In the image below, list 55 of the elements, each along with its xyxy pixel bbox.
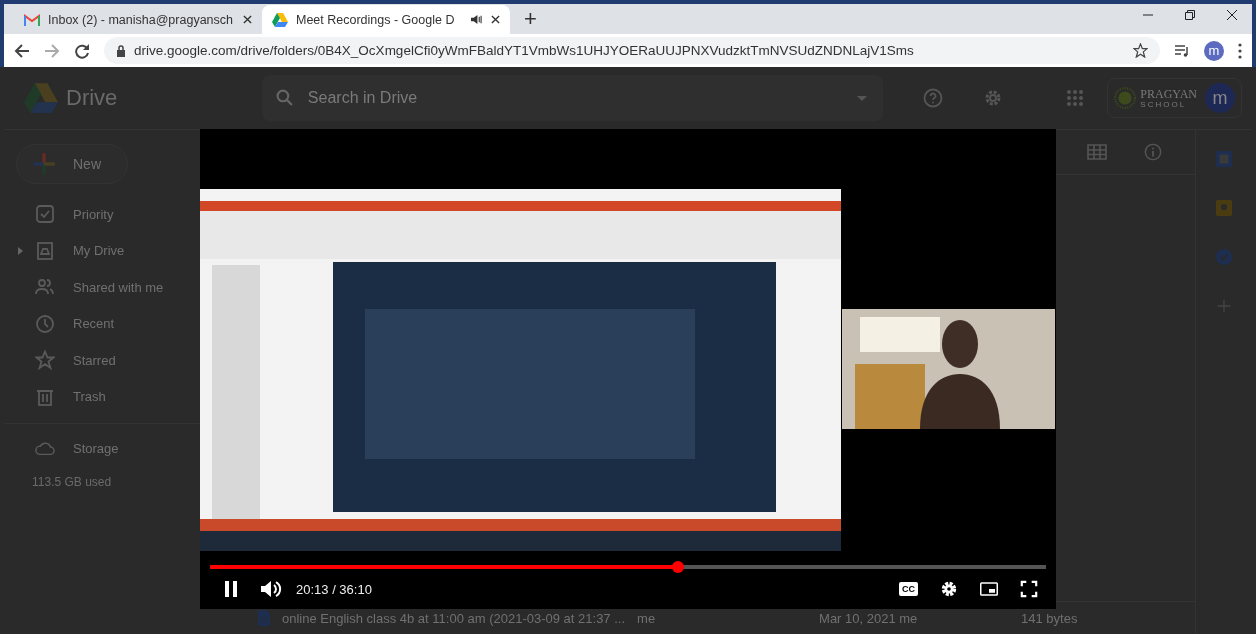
close-icon[interactable] bbox=[1226, 8, 1238, 21]
reload-icon[interactable] bbox=[74, 42, 90, 59]
school-name: PRAGYAN bbox=[1140, 87, 1197, 100]
file-name[interactable]: online English class 4b at 11:00 am (2021-03-09 at 21:37 ... bbox=[282, 610, 626, 626]
close-icon[interactable] bbox=[243, 15, 252, 24]
drive-logo-icon bbox=[24, 83, 58, 113]
file-modified: Mar 10, 2021 me bbox=[819, 610, 919, 626]
profile-avatar[interactable]: m bbox=[1204, 40, 1224, 61]
plus-icon bbox=[31, 151, 57, 177]
file-size: 141 bytes bbox=[1021, 610, 1078, 626]
nav-item[interactable]: My Drive bbox=[4, 232, 137, 269]
pause-icon[interactable] bbox=[222, 580, 240, 598]
star-icon bbox=[35, 350, 55, 371]
storage-item[interactable]: Storage bbox=[4, 430, 131, 467]
storage-used-text: 113.5 GB used bbox=[31, 474, 113, 489]
drive-folder-icon bbox=[35, 240, 55, 261]
settings-icon[interactable] bbox=[940, 580, 958, 598]
profile-avatar[interactable]: m bbox=[1205, 83, 1235, 113]
browser-tab[interactable]: Inbox (2) - manisha@pragyansch bbox=[14, 5, 262, 34]
lock-icon bbox=[116, 44, 126, 57]
fullscreen-icon[interactable] bbox=[1020, 580, 1038, 598]
check-circle-icon[interactable] bbox=[1215, 248, 1233, 266]
nav-item[interactable]: Recent bbox=[4, 305, 127, 342]
browser-tab[interactable]: Meet Recordings - Google D bbox=[262, 5, 510, 34]
tab-title: Inbox (2) - manisha@pragyansch bbox=[48, 12, 234, 27]
close-icon[interactable] bbox=[491, 15, 500, 24]
url-text: drive.google.com/drive/folders/0B4X_OcXmgelCfi0yWmFBaldYT1VmbWs1UHJYOERaUUJPNXVudzktTmNVSUdZNDNLajV1Sms bbox=[134, 43, 915, 58]
media-queue-icon[interactable] bbox=[1174, 42, 1190, 59]
nav-item[interactable]: Shared with me bbox=[4, 269, 176, 306]
new-button[interactable]: New bbox=[16, 144, 128, 184]
account-chip[interactable]: PRAGYAN SCHOOL m bbox=[1107, 78, 1242, 118]
mail-icon bbox=[24, 12, 40, 27]
school-subtitle: SCHOOL bbox=[1140, 100, 1188, 109]
nav-item[interactable]: Priority bbox=[4, 196, 126, 233]
miniplayer-icon[interactable] bbox=[980, 580, 998, 598]
back-arrow-icon[interactable] bbox=[14, 42, 30, 59]
new-tab-button[interactable]: + bbox=[524, 7, 537, 31]
document-icon bbox=[258, 610, 270, 626]
time-display: 20:13 / 36:10 bbox=[296, 581, 372, 597]
address-bar[interactable]: drive.google.com/drive/folders/0B4X_OcXmgelCfi0yWmFBaldYT1VmbWs1UHJYOERaUUJPNXVudzktTmNVSUdZNDNLajV1Sms bbox=[104, 37, 1160, 64]
drive-logo-icon bbox=[272, 12, 288, 27]
sun-logo-icon bbox=[1114, 87, 1137, 109]
priority-icon bbox=[35, 204, 55, 225]
app-name: Drive bbox=[66, 85, 118, 111]
nav-item[interactable]: Starred bbox=[4, 342, 128, 379]
nav-item[interactable]: Trash bbox=[4, 378, 118, 415]
restore-icon[interactable] bbox=[1184, 8, 1196, 21]
star-icon[interactable] bbox=[1133, 43, 1148, 58]
expand-arrow-icon[interactable] bbox=[18, 246, 23, 255]
volume-icon[interactable] bbox=[260, 580, 282, 598]
file-owner: me bbox=[637, 610, 657, 626]
captions-button[interactable]: CC bbox=[899, 582, 918, 596]
menu-icon[interactable] bbox=[1238, 42, 1242, 59]
tab-title: Meet Recordings - Google D bbox=[296, 12, 456, 27]
clock-icon bbox=[35, 313, 55, 334]
